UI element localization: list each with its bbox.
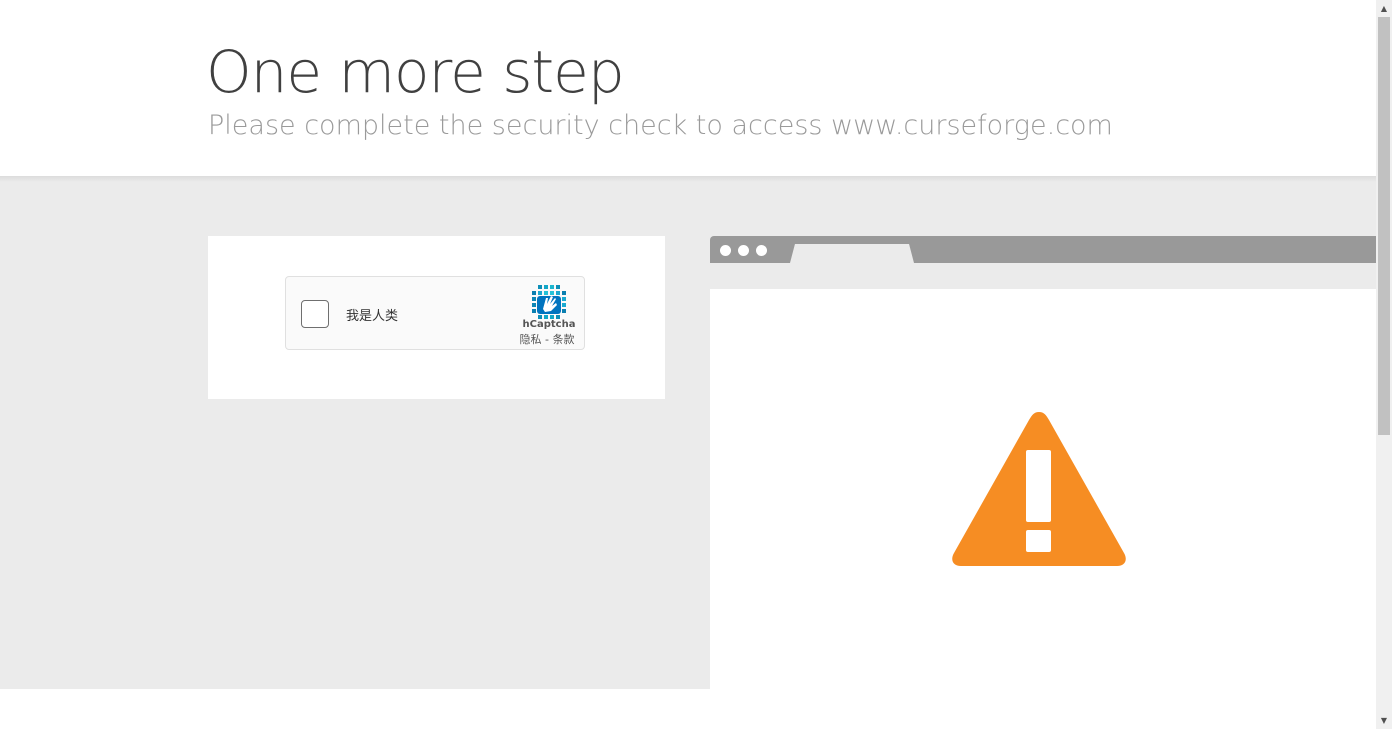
hcaptcha-links: 隐私 - 条款 — [512, 331, 582, 347]
header: One more step Please complete the securi… — [0, 0, 1376, 176]
privacy-link[interactable]: 隐私 — [520, 333, 542, 346]
window-dot — [720, 245, 731, 256]
band-shadow — [0, 176, 1376, 182]
browser-titlebar — [710, 236, 1376, 263]
hcaptcha-logo-icon — [532, 285, 566, 319]
page-subtitle: Please complete the security check to ac… — [208, 110, 1113, 141]
scroll-thumb[interactable] — [1378, 17, 1390, 435]
page-title: One more step — [206, 38, 625, 106]
checkbox-label: 我是人类 — [346, 309, 399, 324]
scroll-down-arrow-icon[interactable]: ▼ — [1376, 712, 1392, 729]
links-separator: - — [541, 333, 553, 346]
page: One more step Please complete the securi… — [0, 0, 1376, 729]
browser-toolbar — [710, 263, 1376, 289]
window-dot — [756, 245, 767, 256]
window-dot — [738, 245, 749, 256]
vertical-scrollbar[interactable]: ▲ ▼ — [1376, 0, 1392, 729]
warning-triangle-icon — [952, 412, 1126, 566]
browser-tab — [790, 244, 914, 263]
terms-link[interactable]: 条款 — [552, 333, 574, 346]
scroll-up-arrow-icon[interactable]: ▲ — [1376, 0, 1392, 17]
human-checkbox[interactable] — [301, 300, 329, 328]
hcaptcha-brand: hCaptcha — [522, 319, 576, 330]
hcaptcha-widget[interactable]: 我是人类 hCaptcha 隐私 - 条款 — [285, 276, 585, 350]
browser-illustration — [710, 236, 1376, 689]
browser-content — [710, 289, 1376, 689]
